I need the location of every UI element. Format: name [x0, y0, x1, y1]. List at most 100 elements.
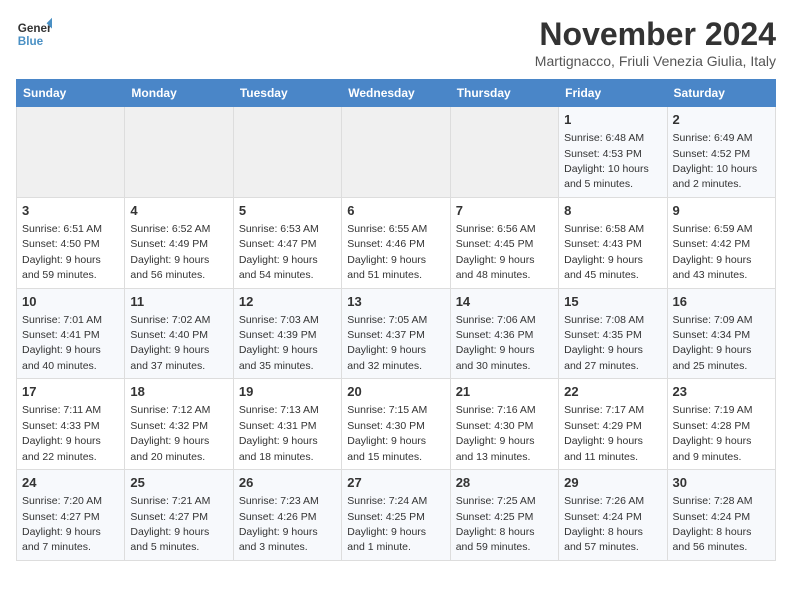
calendar-cell: 17 Sunrise: 7:11 AM Sunset: 4:33 PM Dayli… — [17, 379, 125, 470]
weekday-header-cell: Tuesday — [233, 80, 341, 107]
day-detail: Sunrise: 6:59 AM Sunset: 4:42 PM Dayligh… — [673, 223, 753, 281]
day-number: 25 — [130, 474, 227, 492]
logo: General Blue — [16, 16, 52, 52]
day-number: 20 — [347, 383, 444, 401]
day-detail: Sunrise: 6:51 AM Sunset: 4:50 PM Dayligh… — [22, 223, 102, 281]
weekday-header-row: SundayMondayTuesdayWednesdayThursdayFrid… — [17, 80, 776, 107]
calendar-cell — [125, 107, 233, 198]
day-detail: Sunrise: 7:03 AM Sunset: 4:39 PM Dayligh… — [239, 314, 319, 372]
day-detail: Sunrise: 6:55 AM Sunset: 4:46 PM Dayligh… — [347, 223, 427, 281]
calendar-table: SundayMondayTuesdayWednesdayThursdayFrid… — [16, 79, 776, 561]
day-detail: Sunrise: 7:05 AM Sunset: 4:37 PM Dayligh… — [347, 314, 427, 372]
day-number: 7 — [456, 202, 553, 220]
day-number: 10 — [22, 293, 119, 311]
day-detail: Sunrise: 7:06 AM Sunset: 4:36 PM Dayligh… — [456, 314, 536, 372]
calendar-cell: 23 Sunrise: 7:19 AM Sunset: 4:28 PM Dayli… — [667, 379, 775, 470]
day-detail: Sunrise: 7:21 AM Sunset: 4:27 PM Dayligh… — [130, 495, 210, 553]
weekday-header-cell: Monday — [125, 80, 233, 107]
day-detail: Sunrise: 7:24 AM Sunset: 4:25 PM Dayligh… — [347, 495, 427, 553]
day-number: 17 — [22, 383, 119, 401]
calendar-cell: 30Sunrise: 7:28 AM Sunset: 4:24 PM Dayli… — [667, 470, 775, 561]
day-detail: Sunrise: 7:16 AM Sunset: 4:30 PM Dayligh… — [456, 404, 536, 462]
day-number: 13 — [347, 293, 444, 311]
calendar-cell: 1 Sunrise: 6:48 AM Sunset: 4:53 PM Daylig… — [559, 107, 667, 198]
calendar-cell: 25 Sunrise: 7:21 AM Sunset: 4:27 PM Dayli… — [125, 470, 233, 561]
day-detail: Sunrise: 7:13 AM Sunset: 4:31 PM Dayligh… — [239, 404, 319, 462]
svg-text:Blue: Blue — [18, 35, 44, 48]
svg-text:General: General — [18, 22, 52, 35]
calendar-cell: 24 Sunrise: 7:20 AM Sunset: 4:27 PM Dayli… — [17, 470, 125, 561]
day-detail: Sunrise: 7:20 AM Sunset: 4:27 PM Dayligh… — [22, 495, 102, 553]
calendar-cell: 28 Sunrise: 7:25 AM Sunset: 4:25 PM Dayli… — [450, 470, 558, 561]
calendar-cell: 21 Sunrise: 7:16 AM Sunset: 4:30 PM Dayli… — [450, 379, 558, 470]
day-detail: Sunrise: 6:56 AM Sunset: 4:45 PM Dayligh… — [456, 223, 536, 281]
day-number: 19 — [239, 383, 336, 401]
weekday-header-cell: Wednesday — [342, 80, 450, 107]
day-detail: Sunrise: 7:25 AM Sunset: 4:25 PM Dayligh… — [456, 495, 536, 553]
calendar-week-row: 17 Sunrise: 7:11 AM Sunset: 4:33 PM Dayli… — [17, 379, 776, 470]
weekday-header-cell: Friday — [559, 80, 667, 107]
calendar-week-row: 3 Sunrise: 6:51 AM Sunset: 4:50 PM Daylig… — [17, 197, 776, 288]
day-detail: Sunrise: 7:19 AM Sunset: 4:28 PM Dayligh… — [673, 404, 753, 462]
day-number: 30 — [673, 474, 770, 492]
calendar-cell: 9 Sunrise: 6:59 AM Sunset: 4:42 PM Daylig… — [667, 197, 775, 288]
calendar-cell: 29Sunrise: 7:26 AM Sunset: 4:24 PM Dayli… — [559, 470, 667, 561]
weekday-header-cell: Sunday — [17, 80, 125, 107]
day-number: 6 — [347, 202, 444, 220]
day-number: 18 — [130, 383, 227, 401]
calendar-cell — [342, 107, 450, 198]
day-number: 11 — [130, 293, 227, 311]
day-number: 8 — [564, 202, 661, 220]
day-detail: Sunrise: 7:17 AM Sunset: 4:29 PM Dayligh… — [564, 404, 644, 462]
day-number: 1 — [564, 111, 661, 129]
day-number: 21 — [456, 383, 553, 401]
calendar-cell: 4 Sunrise: 6:52 AM Sunset: 4:49 PM Daylig… — [125, 197, 233, 288]
day-number: 15 — [564, 293, 661, 311]
day-detail: Sunrise: 7:09 AM Sunset: 4:34 PM Dayligh… — [673, 314, 753, 372]
day-detail: Sunrise: 6:49 AM Sunset: 4:52 PM Dayligh… — [673, 132, 758, 190]
calendar-cell: 18Sunrise: 7:12 AM Sunset: 4:32 PM Dayli… — [125, 379, 233, 470]
calendar-week-row: 10 Sunrise: 7:01 AM Sunset: 4:41 PM Dayli… — [17, 288, 776, 379]
calendar-cell — [450, 107, 558, 198]
day-number: 14 — [456, 293, 553, 311]
page-header: General Blue November 2024 Martignacco, … — [16, 16, 776, 69]
calendar-cell: 8Sunrise: 6:58 AM Sunset: 4:43 PM Daylig… — [559, 197, 667, 288]
day-number: 12 — [239, 293, 336, 311]
day-number: 5 — [239, 202, 336, 220]
calendar-cell: 2Sunrise: 6:49 AM Sunset: 4:52 PM Daylig… — [667, 107, 775, 198]
calendar-cell: 27 Sunrise: 7:24 AM Sunset: 4:25 PM Dayli… — [342, 470, 450, 561]
calendar-cell: 26 Sunrise: 7:23 AM Sunset: 4:26 PM Dayli… — [233, 470, 341, 561]
day-number: 28 — [456, 474, 553, 492]
day-number: 29 — [564, 474, 661, 492]
day-detail: Sunrise: 7:08 AM Sunset: 4:35 PM Dayligh… — [564, 314, 644, 372]
day-detail: Sunrise: 7:23 AM Sunset: 4:26 PM Dayligh… — [239, 495, 319, 553]
calendar-week-row: 1 Sunrise: 6:48 AM Sunset: 4:53 PM Daylig… — [17, 107, 776, 198]
month-title: November 2024 — [535, 16, 776, 53]
day-detail: Sunrise: 6:48 AM Sunset: 4:53 PM Dayligh… — [564, 132, 649, 190]
calendar-cell: 3 Sunrise: 6:51 AM Sunset: 4:50 PM Daylig… — [17, 197, 125, 288]
day-number: 23 — [673, 383, 770, 401]
day-detail: Sunrise: 6:52 AM Sunset: 4:49 PM Dayligh… — [130, 223, 210, 281]
calendar-cell: 7 Sunrise: 6:56 AM Sunset: 4:45 PM Daylig… — [450, 197, 558, 288]
day-number: 22 — [564, 383, 661, 401]
weekday-header-cell: Thursday — [450, 80, 558, 107]
day-number: 24 — [22, 474, 119, 492]
location-title: Martignacco, Friuli Venezia Giulia, Ital… — [535, 53, 776, 69]
day-number: 4 — [130, 202, 227, 220]
day-number: 27 — [347, 474, 444, 492]
calendar-body: 1 Sunrise: 6:48 AM Sunset: 4:53 PM Daylig… — [17, 107, 776, 561]
calendar-cell: 19 Sunrise: 7:13 AM Sunset: 4:31 PM Dayli… — [233, 379, 341, 470]
calendar-cell: 5Sunrise: 6:53 AM Sunset: 4:47 PM Daylig… — [233, 197, 341, 288]
calendar-cell: 15 Sunrise: 7:08 AM Sunset: 4:35 PM Dayli… — [559, 288, 667, 379]
day-number: 26 — [239, 474, 336, 492]
day-number: 9 — [673, 202, 770, 220]
logo-icon: General Blue — [16, 16, 52, 52]
calendar-cell: 20Sunrise: 7:15 AM Sunset: 4:30 PM Dayli… — [342, 379, 450, 470]
calendar-cell: 13 Sunrise: 7:05 AM Sunset: 4:37 PM Dayli… — [342, 288, 450, 379]
calendar-week-row: 24 Sunrise: 7:20 AM Sunset: 4:27 PM Dayli… — [17, 470, 776, 561]
day-number: 3 — [22, 202, 119, 220]
title-area: November 2024 Martignacco, Friuli Venezi… — [535, 16, 776, 69]
day-detail: Sunrise: 7:11 AM Sunset: 4:33 PM Dayligh… — [22, 404, 101, 462]
day-detail: Sunrise: 7:01 AM Sunset: 4:41 PM Dayligh… — [22, 314, 102, 372]
day-number: 16 — [673, 293, 770, 311]
